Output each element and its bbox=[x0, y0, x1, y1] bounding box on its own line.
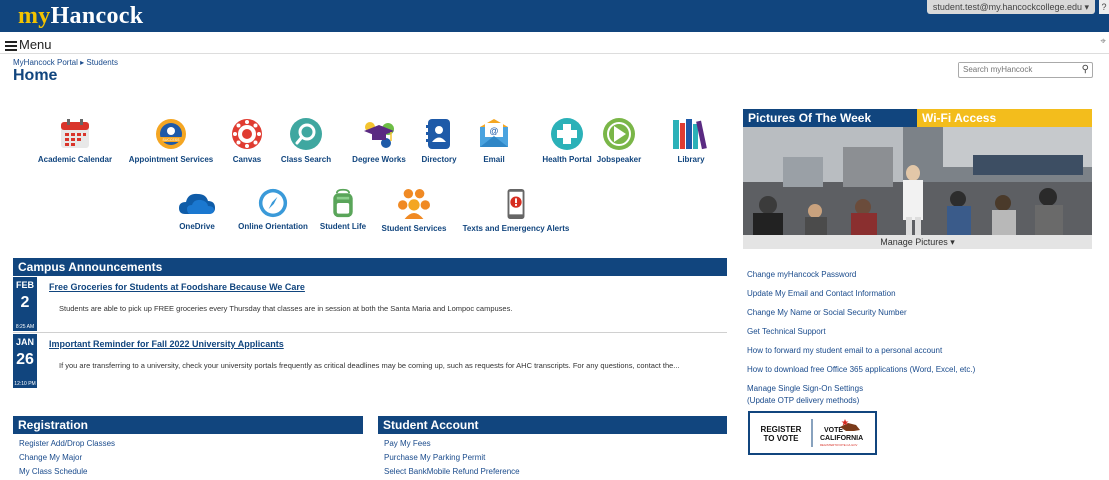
link-office-365[interactable]: How to download free Office 365 applicat… bbox=[747, 365, 1097, 374]
announcement-item: FEB 2 8:25 AM Free Groceries for Student… bbox=[13, 276, 727, 333]
student-account-panel: Student Account Pay My Fees Purchase My … bbox=[378, 416, 727, 476]
manage-pictures-dropdown[interactable]: Manage Pictures ▾ bbox=[743, 235, 1092, 249]
alert-phone-icon bbox=[507, 188, 525, 220]
register-to-vote-banner[interactable]: REGISTER TO VOTE VOTE CALIFORNIA REGISTE… bbox=[748, 411, 877, 455]
tab-wifi-access[interactable]: Wi-Fi Access bbox=[917, 109, 1092, 127]
date-badge: FEB 2 8:25 AM bbox=[13, 277, 37, 331]
announcement-body: Students are able to pick up FREE grocer… bbox=[59, 304, 513, 313]
announcement-body: If you are transferring to a university,… bbox=[59, 361, 680, 370]
link-change-major[interactable]: Change My Major bbox=[13, 453, 363, 462]
svg-text:REGISTERTOVOTE.CA.GOV: REGISTERTOVOTE.CA.GOV bbox=[820, 443, 857, 447]
search-icon[interactable]: ⚲ bbox=[1082, 64, 1089, 75]
announcement-title[interactable]: Free Groceries for Students at Foodshare… bbox=[49, 282, 305, 292]
app-label: Texts and Emergency Alerts bbox=[462, 224, 570, 233]
pin-icon[interactable]: ⌖ bbox=[1100, 36, 1106, 47]
announcement-item: JAN 26 12:10 PM Important Reminder for F… bbox=[13, 333, 727, 389]
app-label: Student Services bbox=[381, 224, 447, 233]
student-account-header: Student Account bbox=[378, 416, 727, 434]
app-label: Academic Calendar bbox=[37, 155, 113, 164]
calendar-icon bbox=[61, 119, 89, 148]
link-forward-email[interactable]: How to forward my student email to a per… bbox=[747, 346, 1097, 355]
top-bar: myHancock student.test@my.hancockcollege… bbox=[0, 0, 1109, 32]
link-change-password[interactable]: Change myHancock Password bbox=[747, 270, 1097, 279]
link-class-schedule[interactable]: My Class Schedule bbox=[13, 467, 363, 476]
hamburger-icon bbox=[5, 39, 17, 53]
quick-links: Change myHancock Password Update My Emai… bbox=[747, 270, 1097, 417]
link-parking-permit[interactable]: Purchase My Parking Permit bbox=[378, 453, 727, 462]
menu-button[interactable]: Menu bbox=[5, 37, 52, 53]
app-appointment-services[interactable]: SUCCESS Appointment Services bbox=[128, 117, 214, 164]
appointment-icon: SUCCESS bbox=[156, 119, 186, 149]
svg-text:TO VOTE: TO VOTE bbox=[764, 434, 800, 443]
jobspeaker-icon bbox=[603, 118, 635, 150]
app-label: Library bbox=[677, 155, 705, 164]
email-icon: @ bbox=[480, 119, 508, 147]
link-change-name-ssn[interactable]: Change My Name or Social Security Number bbox=[747, 308, 1097, 317]
campus-announcements: Campus Announcements FEB 2 8:25 AM Free … bbox=[13, 258, 727, 389]
cloud-icon bbox=[179, 193, 215, 214]
gallery-tabs: Pictures Of The Week Wi-Fi Access bbox=[743, 109, 1092, 127]
backpack-icon bbox=[333, 188, 353, 218]
menu-bar: Menu ⌖ bbox=[0, 36, 1109, 54]
help-button[interactable]: ? bbox=[1099, 0, 1109, 14]
pictures-of-the-week-photo[interactable] bbox=[743, 127, 1092, 235]
user-account-menu[interactable]: student.test@my.hancockcollege.edu ▾ bbox=[926, 0, 1095, 14]
link-sso-settings[interactable]: Manage Single Sign-On Settings (Update OT… bbox=[747, 383, 1097, 407]
link-refund-preference[interactable]: Select BankMobile Refund Preference bbox=[378, 467, 727, 476]
app-student-services[interactable]: Student Services bbox=[371, 188, 457, 233]
link-register-add-drop[interactable]: Register Add/Drop Classes bbox=[13, 439, 363, 448]
app-label: Appointment Services bbox=[128, 155, 214, 164]
announcements-header: Campus Announcements bbox=[13, 258, 727, 276]
search-box: ⚲ bbox=[958, 62, 1093, 78]
search-input[interactable] bbox=[959, 63, 1077, 76]
link-update-email[interactable]: Update My Email and Contact Information bbox=[747, 289, 1097, 298]
svg-text:VOTE: VOTE bbox=[824, 427, 843, 434]
link-technical-support[interactable]: Get Technical Support bbox=[747, 327, 1097, 336]
compass-icon bbox=[258, 188, 288, 218]
app-label: OneDrive bbox=[179, 222, 215, 231]
svg-text:REGISTER: REGISTER bbox=[761, 425, 802, 434]
app-onedrive[interactable]: OneDrive bbox=[154, 188, 240, 231]
registration-header: Registration bbox=[13, 416, 363, 434]
registration-panel: Registration Register Add/Drop Classes C… bbox=[13, 416, 363, 476]
myhancock-logo[interactable]: myHancock bbox=[18, 3, 143, 30]
library-icon bbox=[673, 119, 707, 150]
graduation-cap-icon bbox=[364, 122, 394, 148]
svg-text:@: @ bbox=[489, 126, 498, 136]
canvas-icon bbox=[232, 119, 262, 149]
app-academic-calendar[interactable]: Academic Calendar bbox=[32, 117, 118, 164]
link-pay-fees[interactable]: Pay My Fees bbox=[378, 439, 727, 448]
search-icon bbox=[290, 118, 322, 150]
announcement-title[interactable]: Important Reminder for Fall 2022 Univers… bbox=[49, 339, 284, 349]
tab-pictures-of-the-week[interactable]: Pictures Of The Week bbox=[743, 109, 917, 127]
people-icon bbox=[398, 188, 430, 220]
svg-text:CALIFORNIA: CALIFORNIA bbox=[820, 435, 863, 442]
app-texts-emergency-alerts[interactable]: Texts and Emergency Alerts bbox=[456, 188, 576, 233]
app-library[interactable]: Library bbox=[648, 117, 734, 164]
breadcrumb[interactable]: MyHancock Portal ▸ Students bbox=[13, 58, 118, 67]
svg-text:SUCCESS: SUCCESS bbox=[163, 138, 181, 142]
date-badge: JAN 26 12:10 PM bbox=[13, 334, 37, 388]
page-title: Home bbox=[13, 67, 58, 84]
